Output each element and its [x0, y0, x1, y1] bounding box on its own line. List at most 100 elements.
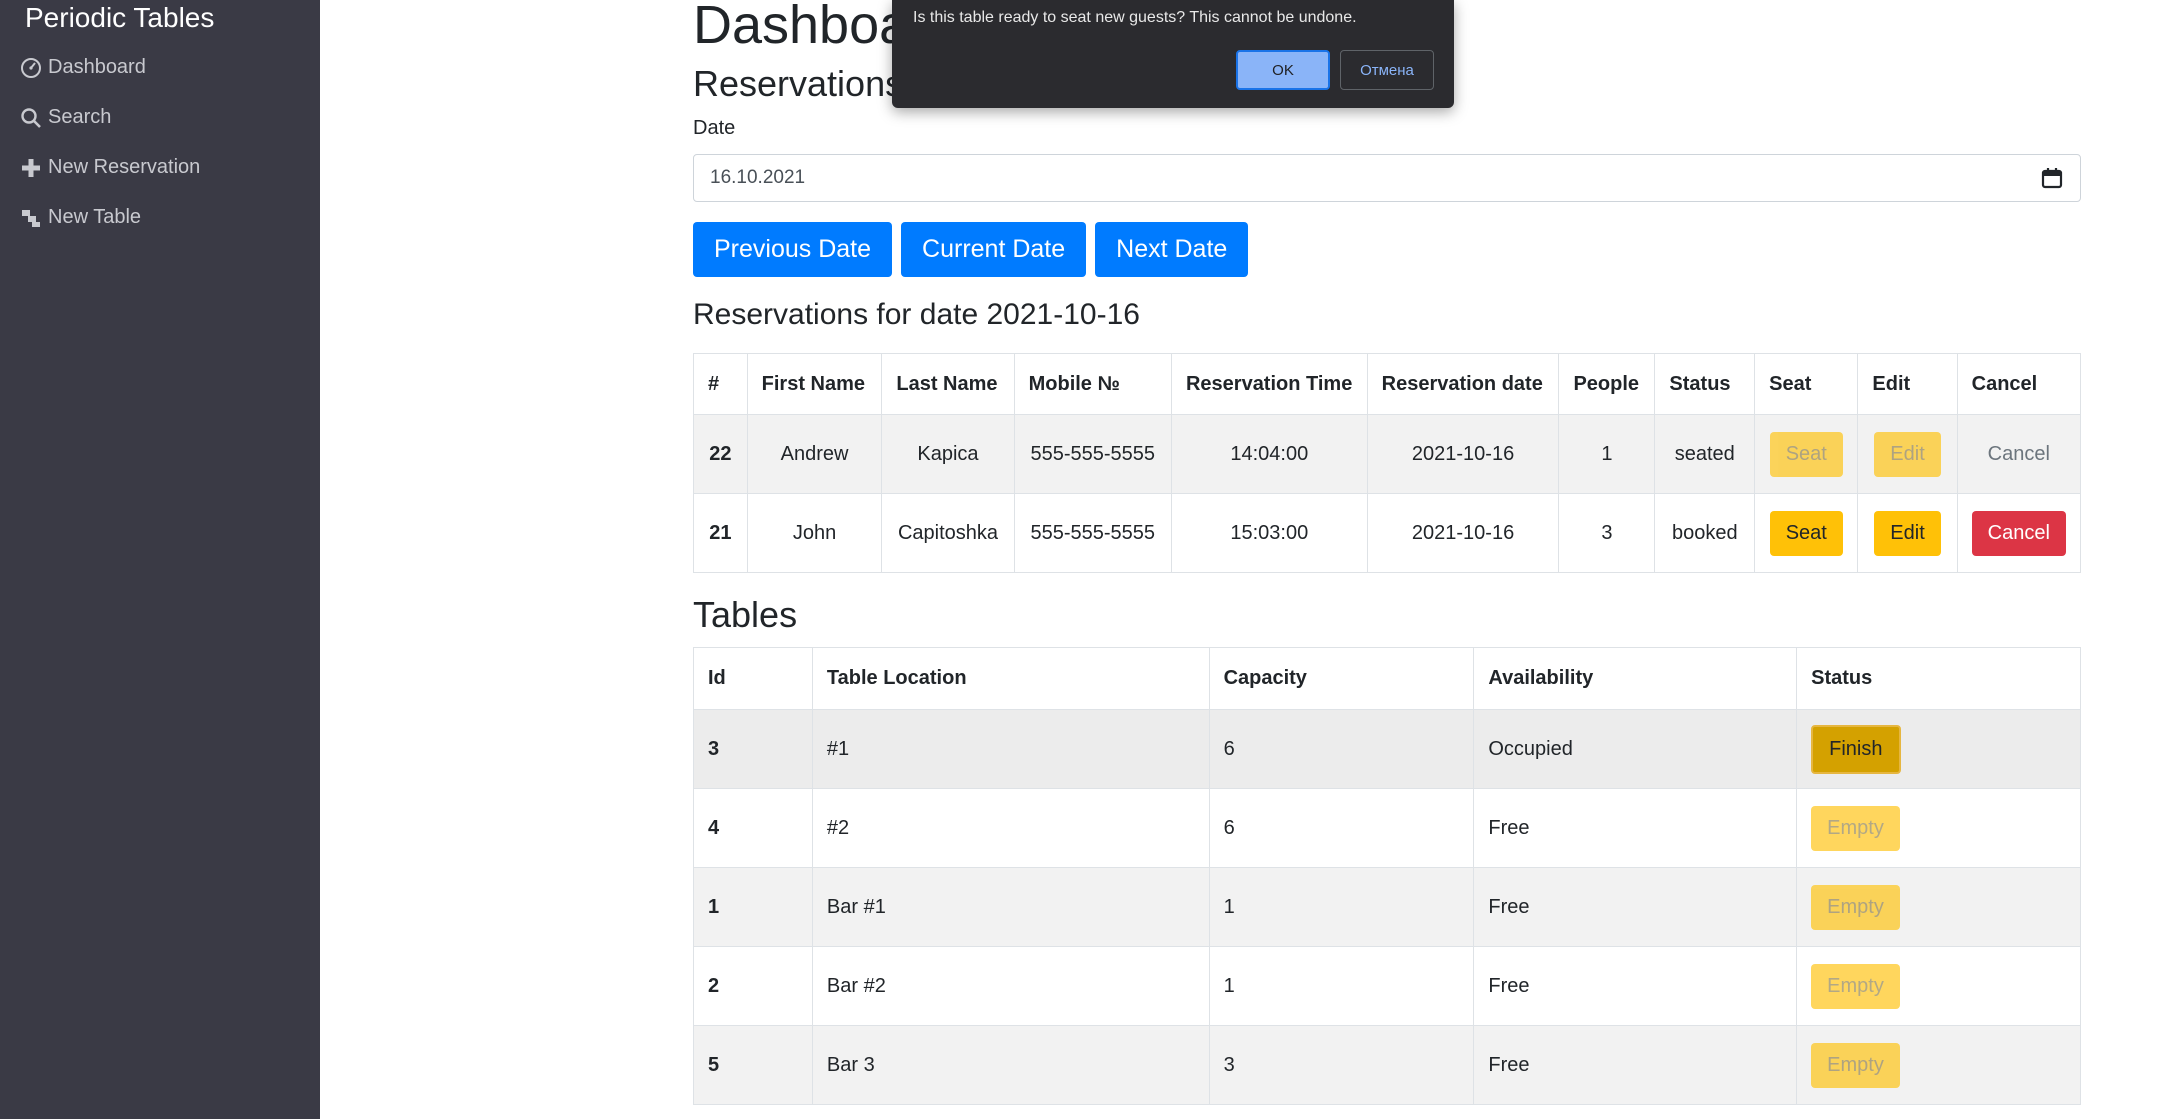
sidebar-item-label: Dashboard: [48, 56, 146, 78]
column-header: Status: [1796, 647, 2081, 710]
reservations-heading: Reservations for date 2021-10-16: [693, 298, 1140, 331]
column-header: First Name: [746, 353, 883, 415]
reservation-status: seated: [1654, 414, 1756, 494]
reservation-id: 21: [693, 493, 748, 573]
empty-button[interactable]: Empty: [1811, 1042, 1900, 1088]
reservation-date: 2021-10-16: [1366, 493, 1560, 573]
table-location: #2: [811, 788, 1210, 868]
sidebar-item-dashboard[interactable]: Dashboard: [20, 56, 146, 79]
people-count: 1: [1558, 414, 1656, 494]
column-header: Availability: [1473, 647, 1798, 710]
reservation-time: 15:03:00: [1170, 493, 1368, 573]
seat-cell: Seat: [1754, 414, 1859, 494]
previous-date-button[interactable]: Previous Date: [693, 222, 893, 277]
ok-button[interactable]: OK: [1236, 50, 1330, 90]
dialog-message: Is this table ready to seat new guests? …: [913, 9, 1357, 26]
sidebar-item-label: New Table: [48, 206, 142, 228]
table-availability: Free: [1473, 946, 1798, 1026]
tables-heading: Tables: [693, 594, 798, 635]
sidebar-item-label: Search: [48, 106, 112, 128]
seat-button[interactable]: Seat: [1769, 431, 1843, 477]
reservation-date: 2021-10-16: [1366, 414, 1560, 494]
first-name: John: [746, 493, 883, 573]
next-date-button[interactable]: Next Date: [1095, 222, 1249, 277]
last-name: Capitoshka: [881, 493, 1015, 573]
table-id: 4: [693, 788, 813, 868]
cancel-reservation-button[interactable]: Cancel: [1971, 510, 2066, 556]
table-header-row: Id Table Location Capacity Availability …: [693, 647, 2081, 710]
mobile-number: 555-555-5555: [1013, 414, 1172, 494]
column-header: Edit: [1857, 353, 1958, 415]
table-row: 5 Bar 3 3 Free Empty: [693, 1025, 2081, 1105]
table-icon: [22, 209, 40, 227]
reservation-id: 22: [693, 414, 748, 494]
table-id: 3: [693, 709, 813, 789]
date-input[interactable]: 16.10.2021: [693, 154, 2081, 202]
table-header-row: # First Name Last Name Mobile № Reservat…: [693, 353, 2082, 415]
column-header: Last Name: [881, 353, 1015, 415]
column-header: People: [1558, 353, 1656, 415]
table-row: 4 #2 6 Free Empty: [693, 788, 2081, 868]
seat-button[interactable]: Seat: [1769, 510, 1843, 556]
empty-button[interactable]: Empty: [1811, 805, 1900, 851]
table-availability: Free: [1473, 867, 1798, 947]
column-header: #: [693, 353, 748, 415]
plus-icon: [22, 158, 40, 177]
column-header: Id: [693, 647, 813, 710]
edit-button[interactable]: Edit: [1874, 431, 1941, 477]
table-capacity: 1: [1208, 867, 1475, 947]
table-availability: Free: [1473, 1025, 1798, 1105]
first-name: Andrew: [746, 414, 883, 494]
table-availability: Occupied: [1473, 709, 1798, 789]
status-cell: Finish: [1796, 709, 2081, 789]
cancel-button[interactable]: Отмена: [1340, 50, 1434, 90]
people-count: 3: [1558, 493, 1656, 573]
current-date-button[interactable]: Current Date: [901, 222, 1087, 277]
column-header: Status: [1654, 353, 1756, 415]
empty-button[interactable]: Empty: [1811, 884, 1900, 930]
table-id: 1: [693, 867, 813, 947]
table-row: 21 John Capitoshka 555-555-5555 15:03:00…: [693, 493, 2082, 573]
confirm-dialog: Is this table ready to seat new guests? …: [892, 0, 1454, 108]
column-header: Reservation Time: [1170, 353, 1368, 415]
search-icon: [21, 107, 41, 128]
table-row: 2 Bar #2 1 Free Empty: [693, 946, 2081, 1026]
status-cell: Empty: [1796, 788, 2081, 868]
table-capacity: 6: [1208, 788, 1475, 868]
column-header: Capacity: [1208, 647, 1475, 710]
reservations-table: # First Name Last Name Mobile № Reservat…: [693, 353, 2082, 573]
column-header: Reservation date: [1366, 353, 1560, 415]
empty-button[interactable]: Empty: [1811, 963, 1900, 1009]
table-row: 3 #1 6 Occupied Finish: [693, 709, 2081, 789]
sidebar-item-new-table[interactable]: New Table: [20, 206, 141, 229]
status-cell: Empty: [1796, 867, 2081, 947]
mobile-number: 555-555-5555: [1013, 493, 1172, 573]
reservation-time: 14:04:00: [1170, 414, 1368, 494]
column-header: Seat: [1754, 353, 1859, 415]
cancel-reservation-button[interactable]: Cancel: [1972, 432, 2066, 477]
date-label: Date: [693, 117, 736, 139]
cancel-cell: Cancel: [1956, 493, 2082, 573]
section-subtitle: Reservations: [693, 63, 904, 104]
sidebar-item-new-reservation[interactable]: New Reservation: [20, 156, 200, 179]
table-capacity: 1: [1208, 946, 1475, 1026]
table-location: Bar #2: [811, 946, 1210, 1026]
cancel-cell: Cancel: [1956, 414, 2082, 494]
edit-cell: Edit: [1857, 493, 1958, 573]
status-cell: Empty: [1796, 946, 2081, 1026]
date-value: 16.10.2021: [710, 167, 806, 188]
last-name: Kapica: [881, 414, 1015, 494]
table-row: 22 Andrew Kapica 555-555-5555 14:04:00 2…: [693, 414, 2082, 494]
column-header: Cancel: [1956, 353, 2082, 415]
tables-table: Id Table Location Capacity Availability …: [693, 647, 2081, 1105]
table-capacity: 3: [1208, 1025, 1475, 1105]
table-location: Bar #1: [811, 867, 1210, 947]
sidebar-item-search[interactable]: Search: [20, 106, 111, 129]
edit-button[interactable]: Edit: [1874, 510, 1941, 556]
brand-title[interactable]: Periodic Tables: [25, 2, 214, 34]
table-capacity: 6: [1208, 709, 1475, 789]
table-location: #1: [811, 709, 1210, 789]
date-navigation: Previous Date Current Date Next Date: [693, 222, 1249, 277]
finish-button[interactable]: Finish: [1811, 724, 1901, 774]
calendar-icon[interactable]: [2040, 166, 2064, 190]
